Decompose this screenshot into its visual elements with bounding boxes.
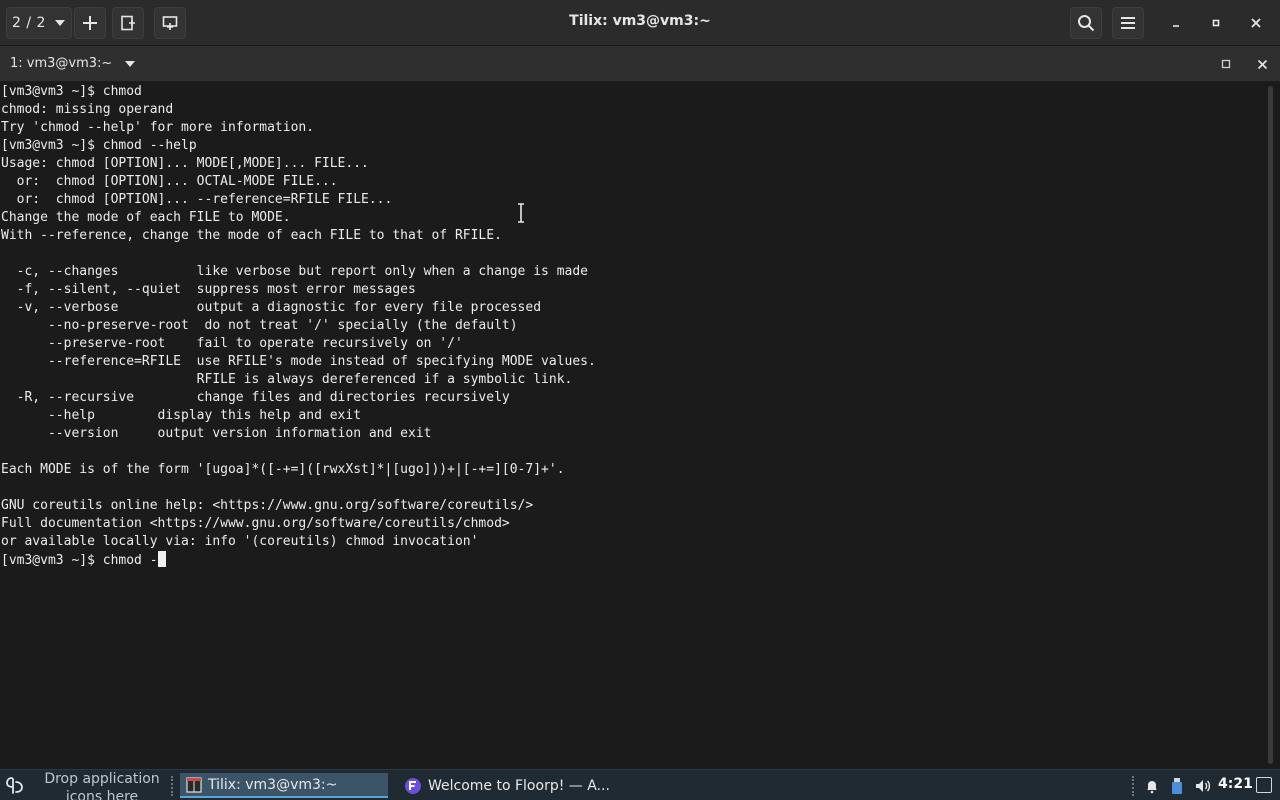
task-label: Tilix: vm3@vm3:~ <box>208 776 338 793</box>
terminal-text: [vm3@vm3 ~]$ chmod chmod: missing operand… <box>0 83 1266 569</box>
terminal-line: -v, --verbose output a diagnostic for ev… <box>1 300 542 315</box>
terminal-prompt-line: [vm3@vm3 ~]$ chmod - <box>1 551 1266 569</box>
hamburger-menu-icon <box>1121 17 1135 29</box>
terminal-line: RFILE is always dereferenced if a symbol… <box>1 372 573 387</box>
close-window-button[interactable] <box>1240 7 1272 39</box>
terminal-line: chmod: missing operand <box>1 102 174 117</box>
terminal-line: Usage: chmod [OPTION]... MODE[,MODE]... … <box>1 156 369 171</box>
terminal-line: Each MODE is of the form '[ugoa]*([-+=](… <box>1 462 565 477</box>
terminal-line: --no-preserve-root do not treat '/' spec… <box>1 318 518 333</box>
terminal-scrollbar[interactable] <box>1268 86 1273 764</box>
terminal-line: [vm3@vm3 ~]$ chmod --help <box>1 138 197 153</box>
minimize-icon <box>1173 25 1179 27</box>
fedora-logo-icon <box>6 777 23 794</box>
minimize-button[interactable] <box>1160 7 1192 39</box>
removable-device-button[interactable] <box>1170 776 1184 796</box>
speaker-icon <box>1196 780 1211 792</box>
drop-icons-hint: Drop application icons here <box>40 770 164 800</box>
prompt-text: [vm3@vm3 ~]$ chmod - <box>1 553 158 568</box>
tilix-app-icon <box>186 776 202 793</box>
terminal-line: -c, --changes like verbose but report on… <box>1 264 588 279</box>
text-cursor-icon <box>518 203 524 223</box>
block-cursor <box>157 551 166 567</box>
terminal-line: Change the mode of each FILE to MODE. <box>1 210 291 225</box>
terminal-output[interactable]: [vm3@vm3 ~]$ chmod chmod: missing operand… <box>0 83 1266 768</box>
usb-drive-icon <box>1172 778 1182 794</box>
terminal-header: 1: vm3@vm3:~ <box>0 46 1280 82</box>
maximize-terminal-button[interactable] <box>1210 48 1242 80</box>
terminal-line: With --reference, change the mode of eac… <box>1 228 502 243</box>
search-icon <box>1078 15 1095 32</box>
terminal-line: or: chmod [OPTION]... OCTAL-MODE FILE... <box>1 174 338 189</box>
task-tilix[interactable]: Tilix: vm3@vm3:~ <box>180 773 388 798</box>
hamburger-menu-button[interactable] <box>1112 7 1144 39</box>
terminal-line: or available locally via: info '(coreuti… <box>1 534 479 549</box>
terminal-line: -f, --silent, --quiet suppress most erro… <box>1 282 416 297</box>
show-desktop-button[interactable] <box>1256 777 1272 793</box>
terminal-line: -R, --recursive change files and directo… <box>1 390 510 405</box>
chevron-down-icon <box>125 60 136 67</box>
terminal-line: --version output version information and… <box>1 426 432 441</box>
volume-button[interactable] <box>1194 776 1212 796</box>
close-icon <box>1251 18 1261 28</box>
terminal-line: --preserve-root fail to operate recursiv… <box>1 336 463 351</box>
taskbar: Drop application icons here Tilix: vm3@v… <box>0 769 1280 800</box>
bell-icon <box>1147 781 1157 794</box>
terminal-line: Full documentation <https://www.gnu.org/… <box>1 516 510 531</box>
maximize-icon <box>1221 59 1231 69</box>
terminal-line: --help display this help and exit <box>1 408 362 423</box>
terminal-line: or: chmod [OPTION]... --reference=RFILE … <box>1 192 393 207</box>
application-launcher-button[interactable] <box>4 774 26 796</box>
task-label: Welcome to Floorp! — A... <box>428 777 610 794</box>
drop-hint-line1: Drop application <box>44 771 160 787</box>
terminal-line: GNU coreutils online help: <https://www.… <box>1 498 534 513</box>
maximize-icon <box>1212 19 1220 27</box>
clock[interactable]: 4:21 <box>1218 776 1253 792</box>
terminal-title: 1: vm3@vm3:~ <box>10 56 113 71</box>
separator <box>171 776 173 796</box>
find-button[interactable] <box>1070 7 1102 39</box>
floorp-app-icon <box>405 777 421 794</box>
title-bar: 2 / 2 Tilix: vm3@vm3:~ <box>0 0 1280 46</box>
task-floorp[interactable]: Welcome to Floorp! — A... <box>398 773 628 798</box>
terminal-line: --reference=RFILE use RFILE's mode inste… <box>1 354 596 369</box>
close-icon <box>1257 59 1267 69</box>
terminal-title-button[interactable]: 1: vm3@vm3:~ <box>10 56 136 71</box>
terminal-line: Try 'chmod --help' for more information. <box>1 120 315 135</box>
close-terminal-button[interactable] <box>1246 48 1278 80</box>
maximize-button[interactable] <box>1200 7 1232 39</box>
separator <box>1132 776 1134 796</box>
notifications-button[interactable] <box>1144 776 1160 796</box>
terminal-line: [vm3@vm3 ~]$ chmod <box>1 84 142 99</box>
drop-hint-line2: icons here <box>65 789 139 800</box>
